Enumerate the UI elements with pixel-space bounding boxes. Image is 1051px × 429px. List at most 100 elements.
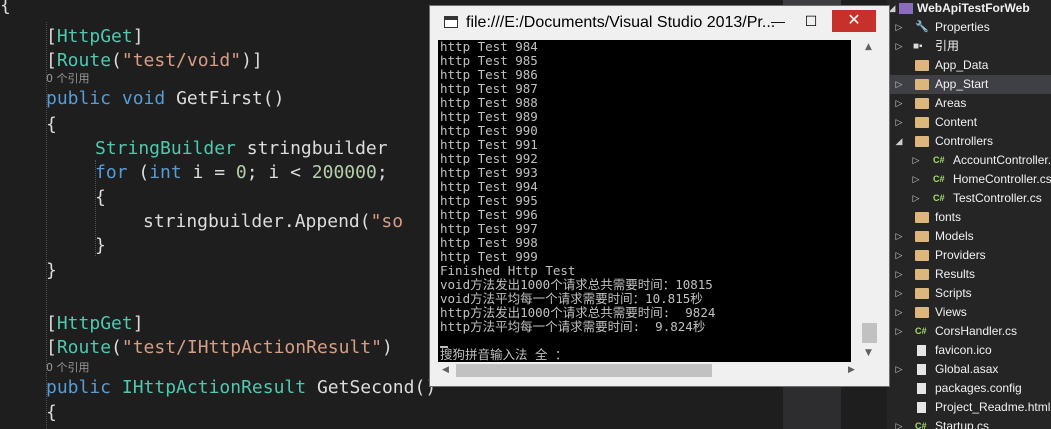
minimize-button[interactable]: — xyxy=(763,10,793,32)
html-file-icon xyxy=(917,402,926,413)
tree-item-controllers[interactable]: ◢ Controllers xyxy=(887,132,1051,151)
console-line: http Test 990 xyxy=(440,123,538,138)
tree-item-app-start[interactable]: ▷ App_Start xyxy=(887,75,1051,94)
folder-icon xyxy=(915,231,929,242)
tree-item-app-data[interactable]: App_Data xyxy=(887,56,1051,75)
folder-icon xyxy=(915,98,929,109)
tree-item-label: WebApiTestForWeb xyxy=(917,1,1030,15)
tree-item-areas[interactable]: ▷ Areas xyxy=(887,94,1051,113)
scrollbar-thumb[interactable] xyxy=(456,364,712,377)
solution-explorer[interactable]: ◢ WebApiTestForWeb ▷ 🔧 Properties ▷ ■▪ 引… xyxy=(887,0,1051,429)
tree-item-global-asax[interactable]: ▷ Global.asax xyxy=(887,360,1051,379)
tree-item-home-controller[interactable]: ▷ C# HomeController.cs xyxy=(887,170,1051,189)
collapsed-arrow-icon[interactable]: ▷ xyxy=(911,189,921,208)
console-vertical-scrollbar[interactable]: ▲ ▼ xyxy=(861,40,878,362)
tree-item-test-controller[interactable]: ▷ C# TestController.cs xyxy=(887,189,1051,208)
tree-item-label: 引用 xyxy=(935,39,960,53)
tree-item-label: Project_Readme.html xyxy=(935,400,1051,414)
console-line: http Test 985 xyxy=(440,53,538,68)
console-output[interactable]: http Test 984 http Test 985 http Test 98… xyxy=(438,40,851,362)
collapsed-arrow-icon[interactable]: ▷ xyxy=(894,18,904,37)
tree-item-fonts[interactable]: fonts xyxy=(887,208,1051,227)
collapsed-arrow-icon[interactable]: ▷ xyxy=(894,417,904,429)
collapsed-arrow-icon[interactable]: ▷ xyxy=(894,322,904,341)
close-button[interactable]: ✕ xyxy=(832,10,876,32)
code-line: [HttpGet] xyxy=(46,313,144,334)
tree-item-label: Providers xyxy=(935,248,986,262)
csharp-file-icon: C# xyxy=(915,326,927,336)
console-app-icon[interactable] xyxy=(444,16,458,28)
tree-item-account-controller[interactable]: ▷ C# AccountController.cs xyxy=(887,151,1051,170)
code-line: { xyxy=(0,0,11,16)
console-line: http Test 994 xyxy=(440,179,538,194)
tree-item-label: packages.config xyxy=(935,381,1022,395)
collapsed-arrow-icon[interactable]: ▷ xyxy=(894,265,904,284)
ime-status-line: 搜狗拼音输入法 全 ： xyxy=(440,347,568,362)
collapsed-arrow-icon[interactable]: ▷ xyxy=(894,246,904,265)
tree-item-references[interactable]: ▷ ■▪ 引用 xyxy=(887,37,1051,56)
console-horizontal-scrollbar[interactable]: ◀ ▶ xyxy=(438,362,861,379)
code-line: public IHttpActionResult GetSecond() xyxy=(46,377,437,398)
tree-item-content[interactable]: ▷ Content xyxy=(887,113,1051,132)
tree-item-label: CorsHandler.cs xyxy=(935,324,1018,338)
collapsed-arrow-icon[interactable]: ▷ xyxy=(894,284,904,303)
tree-item-providers[interactable]: ▷ Providers xyxy=(887,246,1051,265)
tree-item-packages-config[interactable]: packages.config xyxy=(887,379,1051,398)
tree-item-label: Startup.cs xyxy=(935,419,990,429)
collapsed-arrow-icon[interactable]: ▷ xyxy=(894,227,904,246)
console-line: http Test 992 xyxy=(440,151,538,166)
console-line: void方法平均每一个请求需要时间：10.815秒 xyxy=(440,291,703,306)
console-titlebar[interactable]: file:///E:/Documents/Visual Studio 2013/… xyxy=(430,6,889,40)
console-line: http Test 991 xyxy=(440,137,538,152)
tree-item-favicon[interactable]: favicon.ico xyxy=(887,341,1051,360)
console-window[interactable]: file:///E:/Documents/Visual Studio 2013/… xyxy=(429,5,890,387)
code-line: StringBuilder stringbuilder xyxy=(95,138,388,159)
tree-item-models[interactable]: ▷ Models xyxy=(887,227,1051,246)
scrollbar-thumb[interactable] xyxy=(862,323,877,343)
folder-icon xyxy=(915,79,929,90)
collapsed-arrow-icon[interactable]: ▷ xyxy=(911,151,921,170)
code-line: } xyxy=(95,235,106,256)
wrench-icon: 🔧 xyxy=(915,21,929,33)
console-line: http Test 995 xyxy=(440,193,538,208)
tree-item-properties[interactable]: ▷ 🔧 Properties xyxy=(887,18,1051,37)
maximize-button[interactable]: ☐ xyxy=(796,10,826,32)
tree-item-label: App_Start xyxy=(935,77,989,91)
console-line: http Test 989 xyxy=(440,109,538,124)
tree-item-results[interactable]: ▷ Results xyxy=(887,265,1051,284)
console-line: http Test 988 xyxy=(440,95,538,110)
scroll-left-arrow-icon[interactable]: ◀ xyxy=(442,365,449,375)
reference-count[interactable]: 0 个引用 xyxy=(46,361,90,375)
collapsed-arrow-icon[interactable]: ▷ xyxy=(894,75,904,94)
tree-item-label: Global.asax xyxy=(935,362,999,376)
scroll-right-arrow-icon[interactable]: ▶ xyxy=(848,365,855,375)
collapsed-arrow-icon[interactable]: ▷ xyxy=(911,170,921,189)
tree-item-project-readme[interactable]: Project_Readme.html xyxy=(887,398,1051,417)
scroll-down-arrow-icon[interactable]: ▼ xyxy=(865,348,872,358)
code-line: [Route("test/void")] xyxy=(46,50,263,71)
tree-item-label: favicon.ico xyxy=(935,343,992,357)
tree-item-label: TestController.cs xyxy=(953,191,1042,205)
scroll-up-arrow-icon[interactable]: ▲ xyxy=(865,42,872,52)
expanded-arrow-icon[interactable]: ◢ xyxy=(894,132,904,151)
tree-item-scripts[interactable]: ▷ Scripts xyxy=(887,284,1051,303)
console-line: Finished Http Test xyxy=(440,263,576,278)
collapsed-arrow-icon[interactable]: ▷ xyxy=(894,37,904,56)
collapsed-arrow-icon[interactable]: ▷ xyxy=(894,94,904,113)
tree-item-label: Scripts xyxy=(935,286,972,300)
tree-item-cors-handler[interactable]: ▷ C# CorsHandler.cs xyxy=(887,322,1051,341)
tree-item-startup[interactable]: ▷ C# Startup.cs xyxy=(887,417,1051,429)
tree-item-project[interactable]: ◢ WebApiTestForWeb xyxy=(887,0,1051,18)
reference-count[interactable]: 0 个引用 xyxy=(46,72,90,86)
code-line: [HttpGet] xyxy=(46,26,144,47)
tree-item-label: App_Data xyxy=(935,58,989,72)
tree-item-label: Content xyxy=(935,115,978,129)
file-icon xyxy=(917,364,926,375)
folder-icon xyxy=(915,117,929,128)
project-icon xyxy=(899,3,913,14)
collapsed-arrow-icon[interactable]: ▷ xyxy=(894,303,904,322)
collapsed-arrow-icon[interactable]: ▷ xyxy=(894,360,904,379)
tree-item-views[interactable]: ▷ Views xyxy=(887,303,1051,322)
collapsed-arrow-icon[interactable]: ▷ xyxy=(894,113,904,132)
console-line: http Test 993 xyxy=(440,165,538,180)
